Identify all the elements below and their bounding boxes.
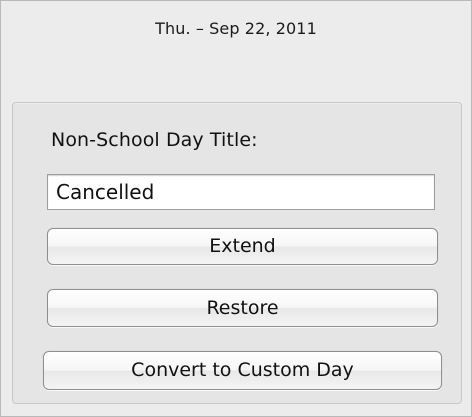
date-label: Thu. – Sep 22, 2011 bbox=[155, 19, 317, 38]
restore-button[interactable]: Restore bbox=[47, 289, 438, 327]
non-school-day-title-label: Non-School Day Title: bbox=[51, 129, 258, 151]
panel-window: Thu. – Sep 22, 2011 Non-School Day Title… bbox=[0, 0, 472, 417]
extend-button[interactable]: Extend bbox=[47, 228, 438, 265]
convert-to-custom-day-button[interactable]: Convert to Custom Day bbox=[43, 351, 442, 390]
non-school-day-title-input[interactable] bbox=[47, 174, 435, 210]
